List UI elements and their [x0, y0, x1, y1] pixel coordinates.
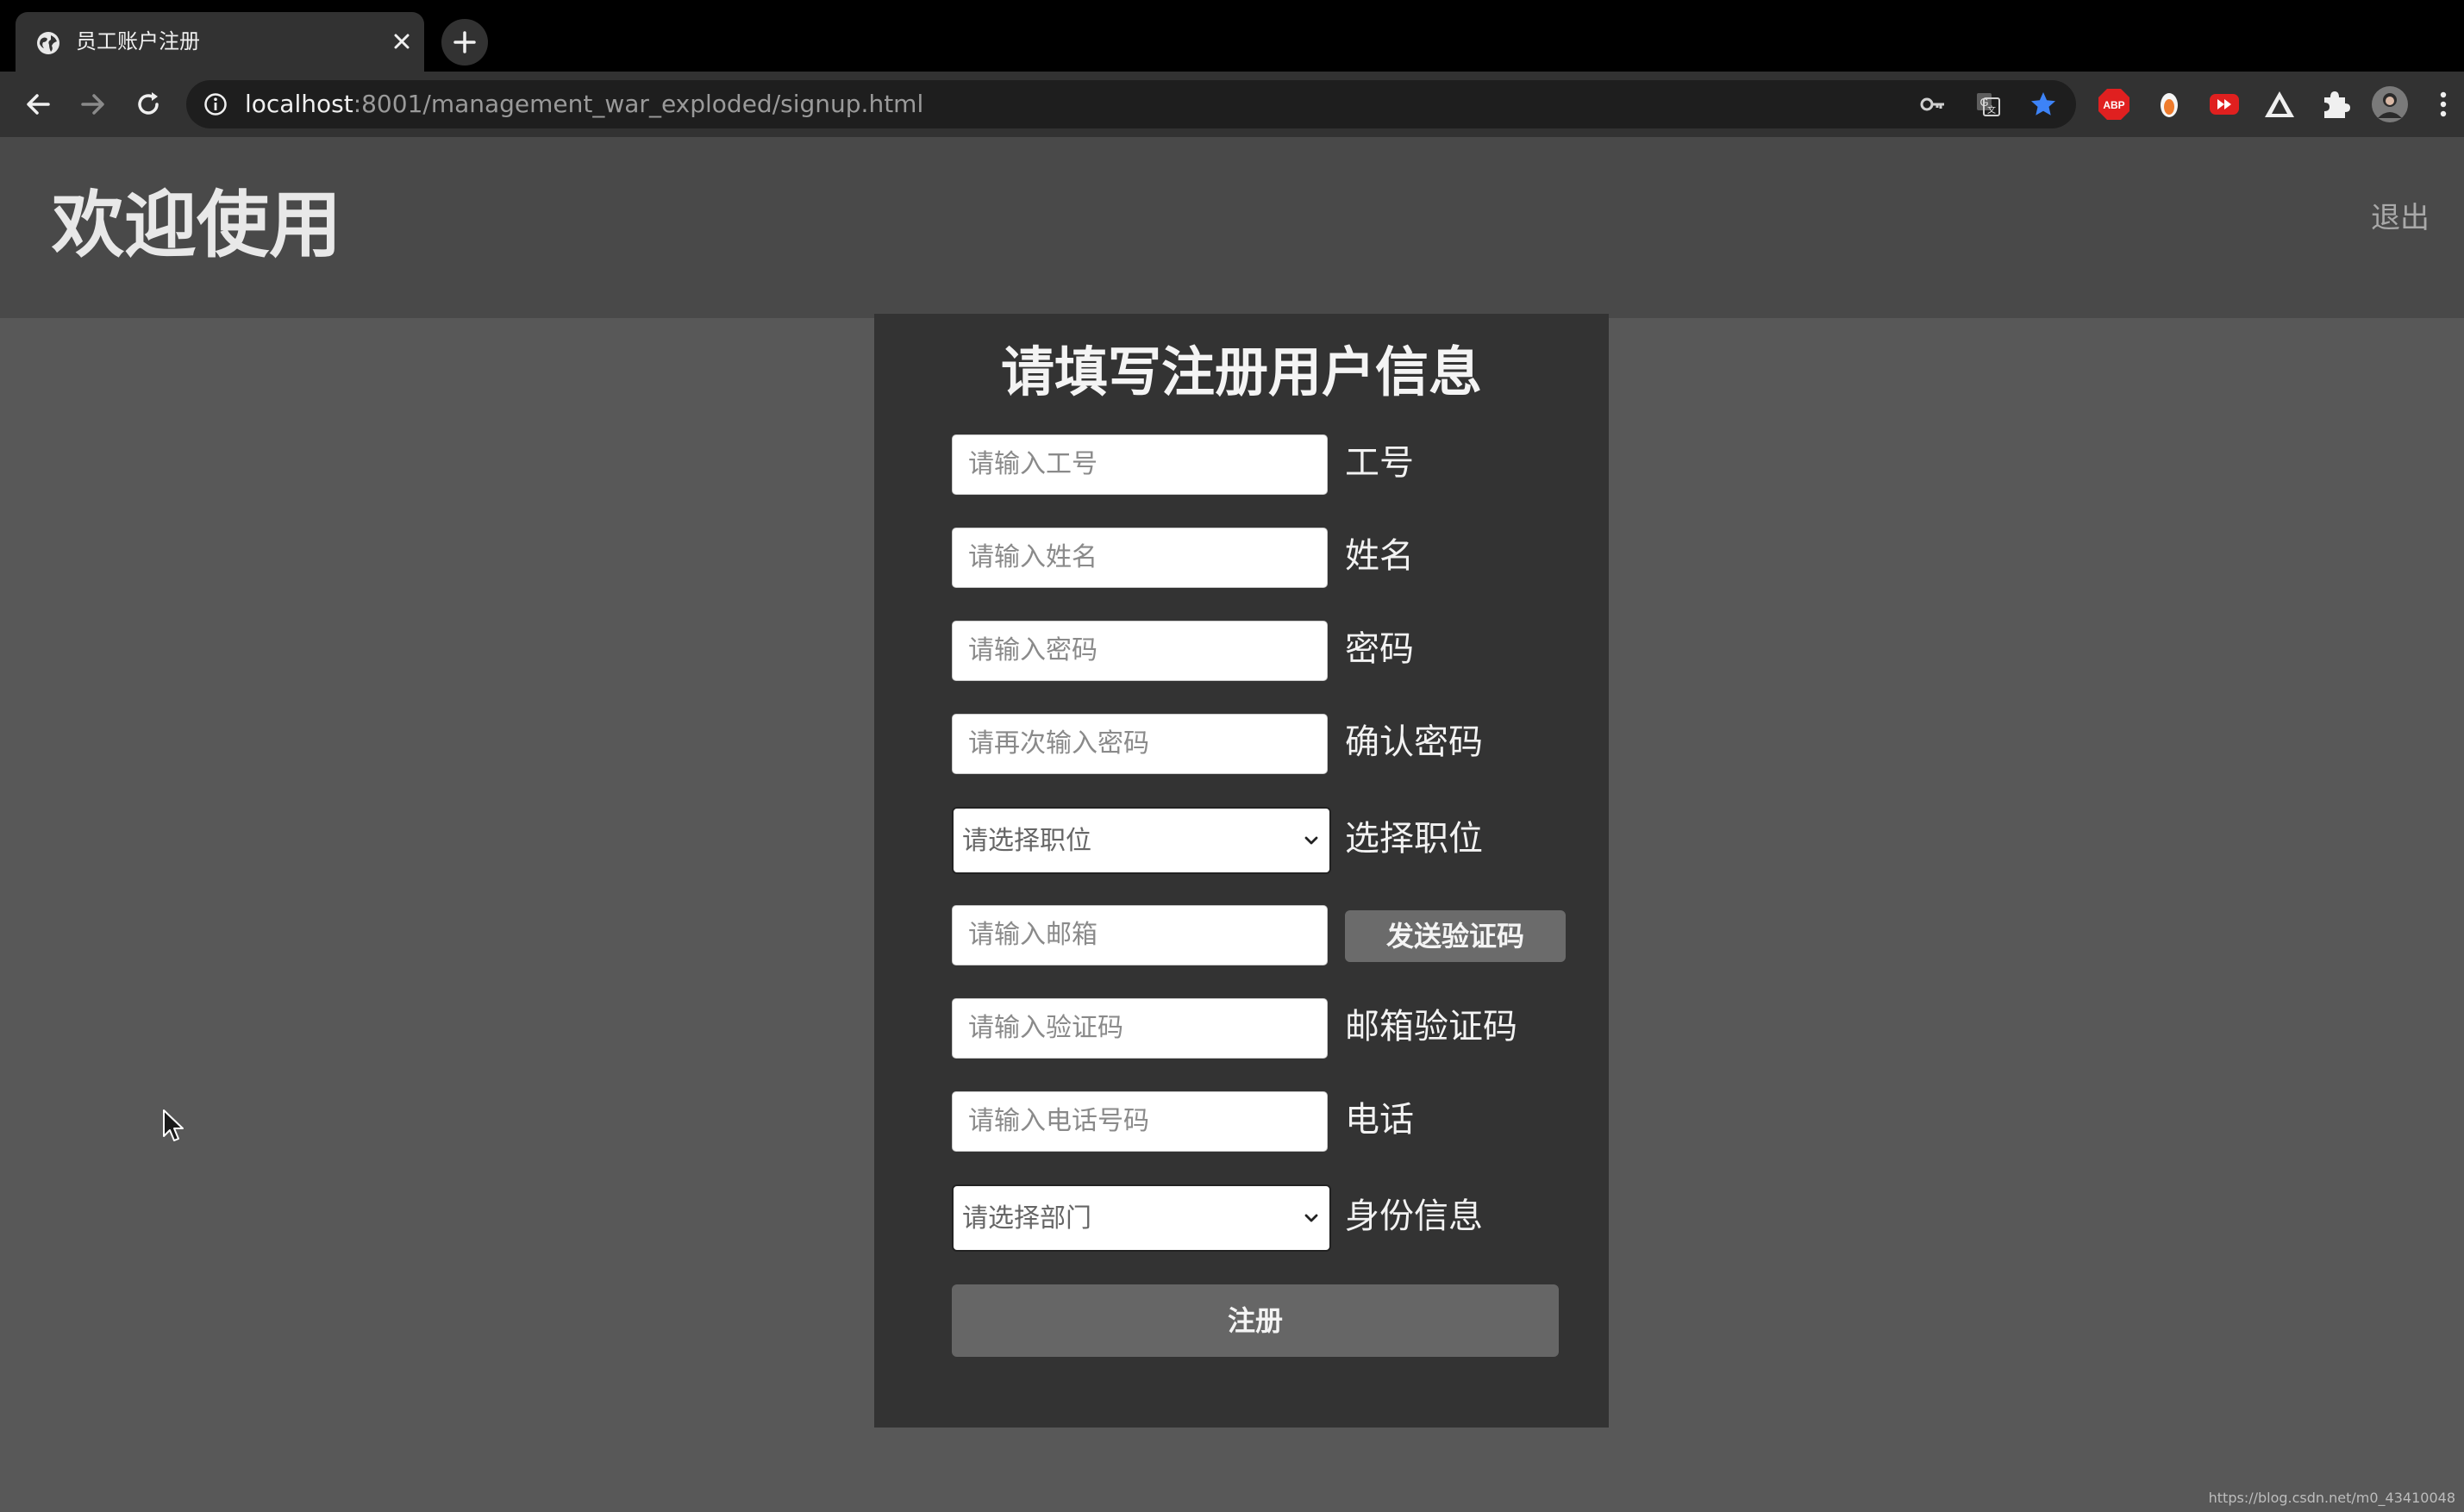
form-title: 请填写注册用户信息: [1000, 341, 1482, 403]
name-input[interactable]: [952, 528, 1328, 588]
mouse-cursor-icon: [163, 1109, 184, 1141]
ext-orange-icon[interactable]: [2152, 87, 2186, 122]
adblock-icon[interactable]: ABP: [2097, 87, 2131, 122]
department-select[interactable]: 请选择部门: [952, 1184, 1331, 1252]
position-label: 选择职位: [1345, 819, 1483, 859]
status-url: https://blog.csdn.net/m0_43410048: [2208, 1490, 2455, 1506]
phone-input[interactable]: [952, 1091, 1328, 1152]
email-code-label: 邮箱验证码: [1345, 1007, 1517, 1047]
svg-text:文: 文: [1987, 104, 1996, 116]
browser-tab[interactable]: 员工账户注册: [16, 12, 424, 72]
browser-window: 员工账户注册 localhost:8001/management_war_exp…: [0, 0, 2464, 1512]
url-text[interactable]: localhost:8001/management_war_exploded/s…: [245, 89, 923, 120]
name-label: 姓名: [1345, 536, 1414, 576]
logout-link[interactable]: 退出: [2371, 199, 2430, 237]
signup-panel: 请填写注册用户信息 工号 姓名 密码 确认密码 请选择职位 选择职位 发送验证码…: [874, 314, 1609, 1428]
url-path: :8001/management_war_exploded/signup.htm…: [353, 90, 924, 118]
ext-triangle-icon[interactable]: [2262, 87, 2297, 122]
plus-icon: [453, 31, 476, 53]
close-icon[interactable]: [390, 29, 414, 53]
info-icon[interactable]: [203, 92, 228, 116]
svg-text:ABP: ABP: [2103, 99, 2124, 111]
tab-strip: 员工账户注册: [0, 0, 2464, 72]
position-select[interactable]: 请选择职位: [952, 807, 1331, 874]
browser-toolbar: localhost:8001/management_war_exploded/s…: [0, 72, 2464, 137]
confirm-password-input[interactable]: [952, 714, 1328, 774]
back-arrow-icon[interactable]: [22, 89, 53, 120]
send-code-button[interactable]: 发送验证码: [1345, 910, 1566, 962]
translate-icon[interactable]: G 文: [1974, 91, 2002, 118]
forward-arrow-icon[interactable]: [78, 89, 109, 120]
employee-id-input[interactable]: [952, 434, 1328, 495]
chevron-down-icon: [1304, 1214, 1318, 1222]
url-host: localhost: [245, 90, 353, 118]
chevron-down-icon: [1304, 836, 1318, 845]
avatar[interactable]: [2371, 85, 2409, 123]
password-label: 密码: [1345, 629, 1414, 669]
password-input[interactable]: [952, 621, 1328, 681]
address-bar[interactable]: localhost:8001/management_war_exploded/s…: [186, 80, 2076, 128]
ext-red-video-icon[interactable]: [2207, 87, 2242, 122]
position-select-value: 请选择职位: [962, 826, 1091, 856]
page-title: 欢迎使用: [52, 183, 342, 267]
email-input[interactable]: [952, 905, 1328, 965]
employee-id-label: 工号: [1345, 443, 1414, 483]
department-label: 身份信息: [1345, 1196, 1483, 1236]
email-code-input[interactable]: [952, 998, 1328, 1059]
star-icon[interactable]: [2029, 91, 2057, 118]
new-tab-button[interactable]: [441, 19, 488, 66]
key-icon[interactable]: [1919, 91, 1947, 118]
globe-icon: [37, 32, 59, 54]
phone-label: 电话: [1345, 1100, 1414, 1140]
tab-title: 员工账户注册: [76, 29, 200, 53]
confirm-password-label: 确认密码: [1345, 722, 1483, 762]
kebab-menu-icon[interactable]: [2431, 87, 2455, 122]
department-select-value: 请选择部门: [962, 1203, 1091, 1234]
register-button[interactable]: 注册: [952, 1284, 1559, 1357]
reload-icon[interactable]: [133, 89, 164, 120]
page-header: 欢迎使用 退出: [0, 137, 2464, 318]
puzzle-icon[interactable]: [2317, 87, 2352, 122]
